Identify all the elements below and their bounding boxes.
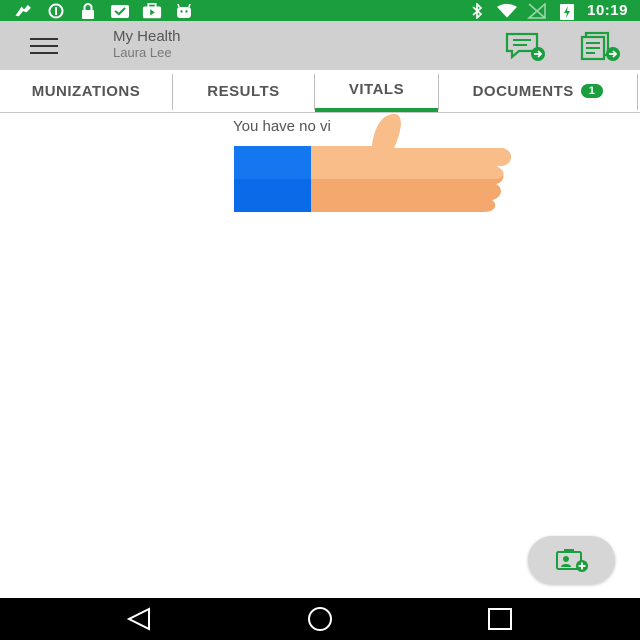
app-bar: My Health Laura Lee [0,21,640,70]
page-title: My Health [113,28,181,45]
send-document-icon[interactable] [578,31,622,61]
tab-label: MUNIZATIONS [31,82,141,100]
patient-name: Laura Lee [113,45,172,60]
system-nav-bar [0,598,640,640]
tab-label: RESULTS [207,82,280,100]
recents-icon[interactable] [480,606,520,632]
add-profile-card-button[interactable] [528,536,615,584]
home-icon[interactable] [300,606,340,632]
wifi-icon [497,3,518,19]
android-icon [174,3,194,19]
briefcase-play-icon [142,2,162,19]
no-sim-icon [527,2,547,19]
tab-label: DOCUMENTS [472,82,574,100]
status-bar-notifications [14,0,194,21]
hamburger-menu-icon[interactable] [30,38,58,54]
add-profile-card-icon [556,549,588,572]
fab-mode-icon [14,3,34,19]
tab-immunizations[interactable]: MUNIZATIONS [0,70,172,112]
info-circle-icon [46,3,66,19]
tab-label: VITALS [348,80,405,98]
bluetooth-icon [467,2,487,19]
thumbs-up-icon [234,112,514,216]
tab-bar: MUNIZATIONS RESULTS VITALS DOCUMENTS 1 [0,70,640,113]
status-bar-system: 10:19 [467,0,628,21]
battery-charging-icon [557,3,577,20]
send-message-icon[interactable] [503,31,547,61]
back-icon[interactable] [121,606,161,632]
tab-results[interactable]: RESULTS [173,70,314,112]
mail-check-icon [110,3,130,19]
lock-icon [78,2,98,19]
status-bar: 10:19 [0,0,640,21]
tab-vitals[interactable]: VITALS [315,70,438,112]
documents-count-badge: 1 [580,84,604,98]
tab-documents[interactable]: DOCUMENTS 1 [439,70,637,112]
tab-divider [637,74,638,110]
status-time: 10:19 [587,2,628,19]
